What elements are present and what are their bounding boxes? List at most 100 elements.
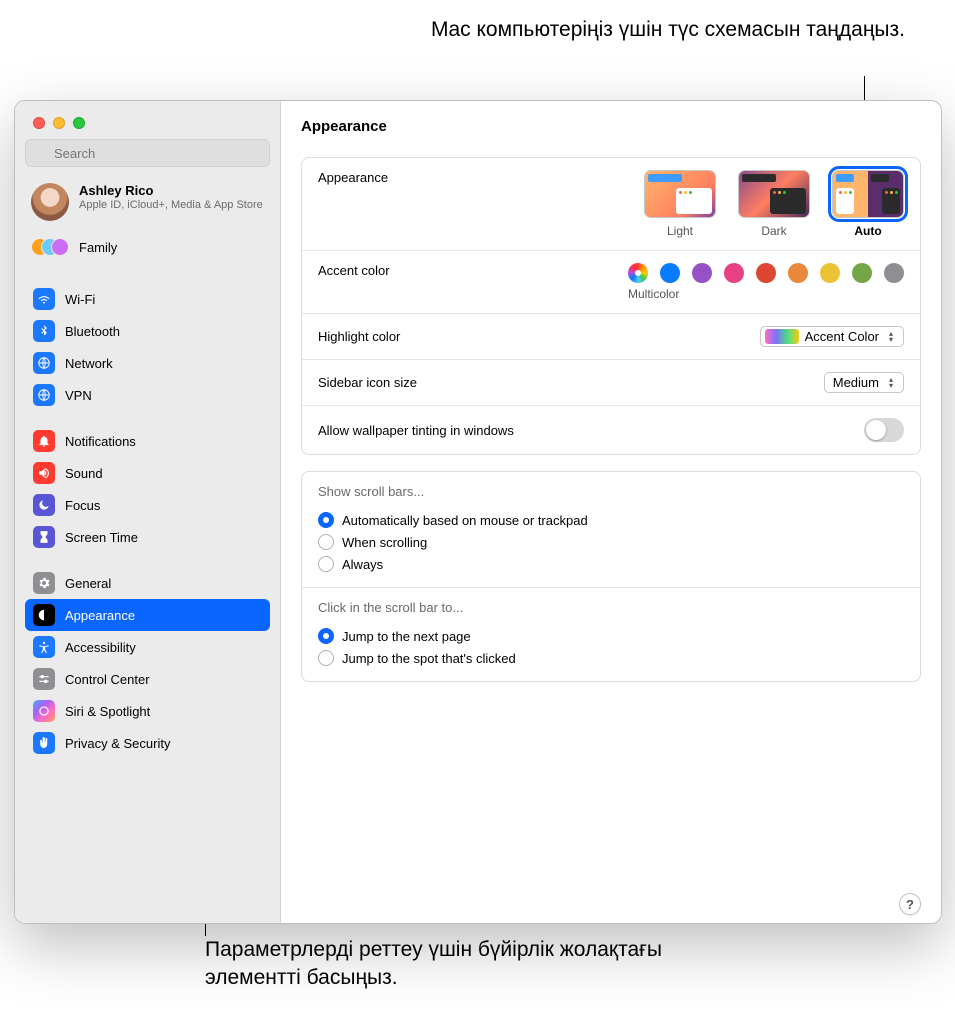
callout-bottom: Параметрлерді реттеу үшін бүйірлік жолақ…: [205, 936, 725, 993]
accent-color-purple[interactable]: [692, 263, 712, 283]
settings-window: Ashley Rico Apple ID, iCloud+, Media & A…: [14, 100, 942, 924]
main-body: Appearance LightDarkAuto Accent color Mu…: [281, 151, 941, 923]
row-show-scrollbars: Show scroll bars... Automatically based …: [302, 472, 920, 588]
sidebar-item-bluetooth[interactable]: Bluetooth: [25, 315, 270, 347]
search-wrap: [15, 139, 280, 175]
wifi-icon: [33, 288, 55, 310]
wallpaper-tinting-toggle[interactable]: [864, 418, 904, 442]
sidebar-group-general: General Appearance Accessibility Control Ce…: [25, 567, 270, 759]
apple-id-row[interactable]: Ashley Rico Apple ID, iCloud+, Media & A…: [25, 175, 270, 229]
accent-color-multi[interactable]: [628, 263, 648, 283]
radio-label: Automatically based on mouse or trackpad: [342, 513, 588, 528]
sidebar-item-wi-fi[interactable]: Wi-Fi: [25, 283, 270, 315]
radio-option[interactable]: When scrolling: [318, 531, 588, 553]
radio-option[interactable]: Always: [318, 553, 588, 575]
sidebar-item-label: Accessibility: [65, 640, 136, 655]
row-click-scrollbar: Click in the scroll bar to... Jump to th…: [302, 588, 920, 681]
radio-icon: [318, 512, 334, 528]
page-title: Appearance: [281, 101, 941, 151]
accent-subtitle: Multicolor: [628, 287, 679, 301]
highlight-color-select[interactable]: Accent Color ▴▾: [760, 326, 904, 347]
appearance-option-light[interactable]: Light: [644, 170, 716, 238]
radio-option[interactable]: Jump to the next page: [318, 625, 516, 647]
accent-color-yellow[interactable]: [820, 263, 840, 283]
row-wallpaper-tinting: Allow wallpaper tinting in windows: [302, 406, 920, 454]
sidebar-item-network[interactable]: Network: [25, 347, 270, 379]
row-sidebar-icon-size: Sidebar icon size Medium ▴▾: [302, 360, 920, 406]
help-button[interactable]: ?: [899, 893, 921, 915]
highlight-label: Highlight color: [318, 329, 400, 344]
gear-icon: [33, 572, 55, 594]
sidebar-item-focus[interactable]: Focus: [25, 489, 270, 521]
callout-top: Mac компьютеріңіз үшін түс схемасын таңд…: [425, 16, 905, 44]
sidebar-item-vpn[interactable]: VPN: [25, 379, 270, 411]
moon-icon: [33, 494, 55, 516]
radio-label: Jump to the spot that's clicked: [342, 651, 516, 666]
accent-color-blue[interactable]: [660, 263, 680, 283]
sidebar-item-privacy-security[interactable]: Privacy & Security: [25, 727, 270, 759]
sidebar-item-label: General: [65, 576, 111, 591]
sidebar-item-family[interactable]: Family: [25, 229, 270, 269]
sidebar-item-label: Wi-Fi: [65, 292, 95, 307]
radio-option[interactable]: Jump to the spot that's clicked: [318, 647, 516, 669]
sidebar-item-label: Notifications: [65, 434, 136, 449]
globe-icon: [33, 384, 55, 406]
sidebar-item-label: Privacy & Security: [65, 736, 170, 751]
tinting-label: Allow wallpaper tinting in windows: [318, 423, 514, 438]
family-icon: [31, 235, 69, 259]
window-traffic-lights: [15, 101, 280, 139]
minimize-button[interactable]: [53, 117, 65, 129]
sidebar-item-appearance[interactable]: Appearance: [25, 599, 270, 631]
chevron-updown-icon: ▴▾: [885, 377, 897, 389]
appearance-options: Light Dark Auto: [644, 170, 904, 238]
search-input[interactable]: [25, 139, 270, 167]
highlight-value: Accent Color: [805, 329, 879, 344]
accessibility-icon: [33, 636, 55, 658]
sidebar-item-screen-time[interactable]: Screen Time: [25, 521, 270, 553]
sidebar-item-siri-spotlight[interactable]: Siri & Spotlight: [25, 695, 270, 727]
accent-color-orange[interactable]: [788, 263, 808, 283]
radio-icon: [318, 556, 334, 572]
radio-icon: [318, 650, 334, 666]
speaker-icon: [33, 462, 55, 484]
appearance-option-label: Light: [667, 224, 693, 238]
bluetooth-icon: [33, 320, 55, 342]
sidebar-item-control-center[interactable]: Control Center: [25, 663, 270, 695]
appearance-option-dark[interactable]: Dark: [738, 170, 810, 238]
close-button[interactable]: [33, 117, 45, 129]
panel-appearance: Appearance LightDarkAuto Accent color Mu…: [301, 157, 921, 455]
accent-label: Accent color: [318, 263, 390, 278]
panel-scroll: Show scroll bars... Automatically based …: [301, 471, 921, 682]
radio-label: When scrolling: [342, 535, 427, 550]
accent-color-pink[interactable]: [724, 263, 744, 283]
sidebar-size-label: Sidebar icon size: [318, 375, 417, 390]
sidebar-item-notifications[interactable]: Notifications: [25, 425, 270, 457]
accent-color-red[interactable]: [756, 263, 776, 283]
siri-icon: [33, 700, 55, 722]
sidebar-group-network: Wi-Fi BluetoothNetworkVPN: [25, 283, 270, 411]
sidebar-item-label: Screen Time: [65, 530, 138, 545]
sidebar-item-accessibility[interactable]: Accessibility: [25, 631, 270, 663]
sidebar-item-label: Control Center: [65, 672, 150, 687]
appearance-option-label: Dark: [761, 224, 786, 238]
sidebar-item-general[interactable]: General: [25, 567, 270, 599]
sidebar-group-notifications: Notifications SoundFocus Screen Time: [25, 425, 270, 553]
zoom-button[interactable]: [73, 117, 85, 129]
sidebar-size-select[interactable]: Medium ▴▾: [824, 372, 904, 393]
accent-color-row: [628, 263, 904, 283]
hand-icon: [33, 732, 55, 754]
sidebar-item-sound[interactable]: Sound: [25, 457, 270, 489]
scrollclick-title: Click in the scroll bar to...: [318, 600, 463, 615]
chevron-updown-icon: ▴▾: [885, 331, 897, 343]
accent-color-green[interactable]: [852, 263, 872, 283]
sliders-icon: [33, 668, 55, 690]
appearance-option-label: Auto: [854, 224, 881, 238]
radio-icon: [318, 628, 334, 644]
radio-option[interactable]: Automatically based on mouse or trackpad: [318, 509, 588, 531]
appearance-option-auto[interactable]: Auto: [832, 170, 904, 238]
sidebar-item-label: Siri & Spotlight: [65, 704, 150, 719]
bell-icon: [33, 430, 55, 452]
accent-color-gray[interactable]: [884, 263, 904, 283]
scrollbars-title: Show scroll bars...: [318, 484, 424, 499]
sidebar-scroll: Ashley Rico Apple ID, iCloud+, Media & A…: [15, 175, 280, 923]
